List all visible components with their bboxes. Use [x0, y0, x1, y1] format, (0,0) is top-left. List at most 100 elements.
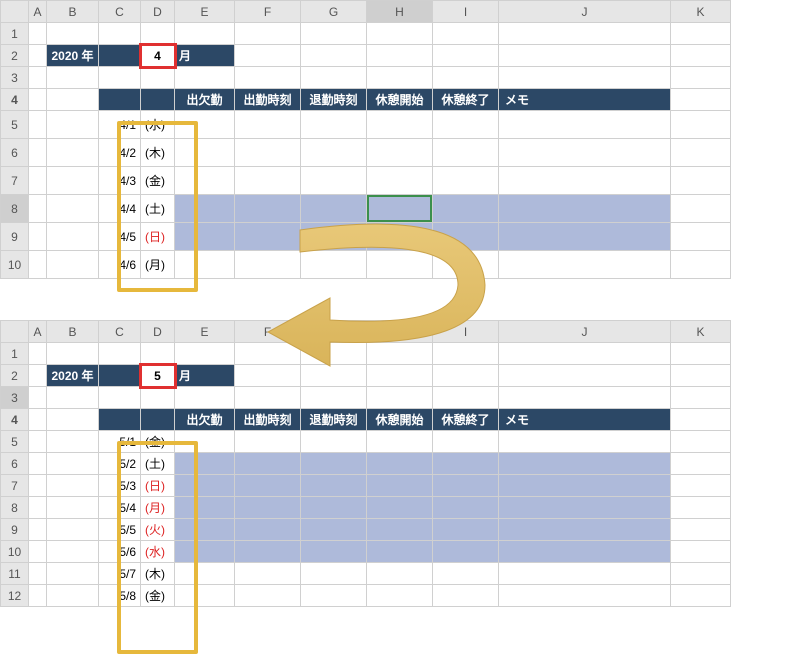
- cell[interactable]: [499, 541, 671, 563]
- hdr-arrive[interactable]: 出勤時刻: [235, 89, 301, 111]
- hdr-leave[interactable]: 退勤時刻: [301, 89, 367, 111]
- col-J[interactable]: J: [499, 1, 671, 23]
- cell[interactable]: [301, 195, 367, 223]
- cell[interactable]: [499, 497, 671, 519]
- col-J[interactable]: J: [499, 321, 671, 343]
- cell[interactable]: [235, 431, 301, 453]
- cell[interactable]: [367, 563, 433, 585]
- cell[interactable]: [433, 223, 499, 251]
- cell[interactable]: [499, 139, 671, 167]
- cell[interactable]: [301, 139, 367, 167]
- row-header[interactable]: 12: [1, 585, 29, 607]
- col-H[interactable]: H: [367, 1, 433, 23]
- row-header[interactable]: 5: [1, 431, 29, 453]
- cell[interactable]: [235, 475, 301, 497]
- cell[interactable]: [433, 167, 499, 195]
- cell[interactable]: [301, 167, 367, 195]
- cell[interactable]: [301, 111, 367, 139]
- grid-bottom[interactable]: A B C D E F G H I J K 1 2 2020 年 5 月 3 4…: [0, 320, 731, 607]
- row-header[interactable]: 6: [1, 453, 29, 475]
- cell[interactable]: [433, 139, 499, 167]
- col-I[interactable]: I: [433, 321, 499, 343]
- cell[interactable]: [499, 585, 671, 607]
- cell[interactable]: [301, 223, 367, 251]
- cell[interactable]: [301, 563, 367, 585]
- cell[interactable]: [301, 453, 367, 475]
- col-H[interactable]: H: [367, 321, 433, 343]
- year-cell[interactable]: 2020 年: [47, 365, 99, 387]
- cell[interactable]: [235, 195, 301, 223]
- hdr-break-start[interactable]: 休憩開始: [367, 409, 433, 431]
- cell[interactable]: [235, 585, 301, 607]
- dow-cell[interactable]: (日): [141, 475, 175, 497]
- date-cell[interactable]: 4/3: [99, 167, 141, 195]
- row-header[interactable]: 9: [1, 519, 29, 541]
- cell[interactable]: [301, 585, 367, 607]
- cell[interactable]: [175, 541, 235, 563]
- dow-cell[interactable]: (月): [141, 251, 175, 279]
- dow-cell[interactable]: (土): [141, 453, 175, 475]
- col-C[interactable]: C: [99, 1, 141, 23]
- cell[interactable]: [175, 139, 235, 167]
- cell[interactable]: [175, 475, 235, 497]
- cell[interactable]: [235, 453, 301, 475]
- cell[interactable]: [433, 541, 499, 563]
- cell[interactable]: [499, 111, 671, 139]
- cell[interactable]: [235, 167, 301, 195]
- col-F[interactable]: F: [235, 321, 301, 343]
- row-header[interactable]: 9: [1, 223, 29, 251]
- row-header[interactable]: 1: [1, 343, 29, 365]
- date-cell[interactable]: 5/1: [99, 431, 141, 453]
- col-F[interactable]: F: [235, 1, 301, 23]
- row-header[interactable]: 8: [1, 497, 29, 519]
- col-E[interactable]: E: [175, 321, 235, 343]
- cell[interactable]: [499, 519, 671, 541]
- select-all[interactable]: [1, 321, 29, 343]
- select-all[interactable]: [1, 1, 29, 23]
- cell[interactable]: [367, 541, 433, 563]
- cell[interactable]: [499, 167, 671, 195]
- cell[interactable]: [499, 195, 671, 223]
- row-header[interactable]: 10: [1, 541, 29, 563]
- cell[interactable]: [433, 111, 499, 139]
- col-B[interactable]: B: [47, 1, 99, 23]
- cell[interactable]: [499, 563, 671, 585]
- cell[interactable]: [433, 585, 499, 607]
- year-cell[interactable]: 2020 年: [47, 45, 99, 67]
- cell[interactable]: [499, 475, 671, 497]
- date-cell[interactable]: 5/7: [99, 563, 141, 585]
- dow-cell[interactable]: (金): [141, 167, 175, 195]
- row-header[interactable]: 10: [1, 251, 29, 279]
- dow-cell[interactable]: (日): [141, 223, 175, 251]
- dow-cell[interactable]: (金): [141, 585, 175, 607]
- col-E[interactable]: E: [175, 1, 235, 23]
- hdr-memo[interactable]: メモ: [499, 89, 671, 111]
- hdr-break-end[interactable]: 休憩終了: [433, 89, 499, 111]
- dow-cell[interactable]: (木): [141, 139, 175, 167]
- cell[interactable]: [367, 585, 433, 607]
- cell[interactable]: [301, 251, 367, 279]
- cell[interactable]: [367, 223, 433, 251]
- cell[interactable]: [433, 251, 499, 279]
- cell[interactable]: [433, 563, 499, 585]
- row-header[interactable]: 4: [1, 409, 29, 431]
- cell[interactable]: [235, 563, 301, 585]
- dow-cell[interactable]: (火): [141, 519, 175, 541]
- hdr-attendance[interactable]: 出欠勤: [175, 409, 235, 431]
- cell[interactable]: [367, 195, 433, 223]
- cell[interactable]: [499, 223, 671, 251]
- row-header[interactable]: 4: [1, 89, 29, 111]
- cell[interactable]: [175, 167, 235, 195]
- cell[interactable]: [235, 111, 301, 139]
- hdr-break-start[interactable]: 休憩開始: [367, 89, 433, 111]
- hdr-attendance[interactable]: 出欠勤: [175, 89, 235, 111]
- hdr-memo[interactable]: メモ: [499, 409, 671, 431]
- cell[interactable]: [175, 111, 235, 139]
- row-header[interactable]: 2: [1, 45, 29, 67]
- cell[interactable]: [235, 541, 301, 563]
- cell[interactable]: [175, 251, 235, 279]
- col-G[interactable]: G: [301, 1, 367, 23]
- hdr-leave[interactable]: 退勤時刻: [301, 409, 367, 431]
- cell[interactable]: [301, 519, 367, 541]
- cell[interactable]: [433, 475, 499, 497]
